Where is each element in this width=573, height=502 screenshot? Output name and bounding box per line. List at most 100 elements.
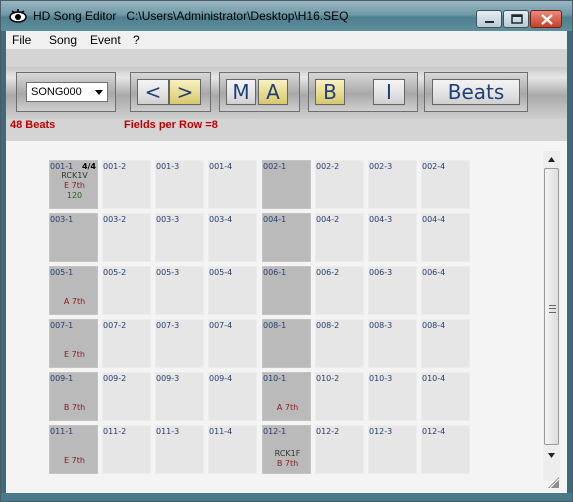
grid-cell[interactable]: 008-1 [262, 319, 311, 368]
chevron-down-icon [95, 90, 103, 95]
cell-label: 005-1 [50, 268, 74, 277]
grid-cell[interactable]: 012-4 [421, 425, 470, 474]
grid-cell[interactable]: 004-4 [421, 213, 470, 262]
grid-cell[interactable]: 012-1 RCK1F B 7th [262, 425, 311, 474]
cell-label: 012-1 [263, 427, 287, 436]
window-bottom-frame [1, 493, 572, 501]
title-bar[interactable]: HD Song Editor C:\Users\Administrator\De… [1, 1, 572, 31]
m-button[interactable]: M [226, 79, 256, 105]
grid-cell[interactable]: 012-3 [368, 425, 417, 474]
song-select-value: SONG000 [31, 86, 82, 98]
prev-button[interactable]: < [137, 79, 169, 105]
grid-cell[interactable]: 006-3 [368, 266, 417, 315]
maximize-button[interactable] [503, 10, 529, 28]
cell-label: 001-3 [156, 162, 180, 171]
beats-count: 48 Beats [10, 119, 56, 131]
grid-cell[interactable]: 011-2 [102, 425, 151, 474]
cell-event-chord: B 7th [276, 459, 299, 468]
vertical-scrollbar[interactable] [543, 151, 560, 481]
grid-cell[interactable]: 001-3 [155, 160, 204, 209]
grid-cell[interactable]: 009-2 [102, 372, 151, 421]
cell-label: 011-3 [156, 427, 180, 436]
grid-cell[interactable]: 002-1 [262, 160, 311, 209]
window-title: HD Song Editor C:\Users\Administrator\De… [33, 9, 349, 23]
scrollbar-thumb[interactable] [544, 168, 559, 445]
eye-icon [9, 9, 27, 23]
grid-cell[interactable]: 007-3 [155, 319, 204, 368]
toolbar-area: SONG000 < > M A B I Beats 48 Beats Field… [6, 49, 567, 141]
song-grid: 001-1 4/4 RCK1V E 7th 120 001-2 001-3 001-4 002-… [6, 141, 539, 493]
grid-cell[interactable]: 011-1 E 7th [49, 425, 98, 474]
grid-cell[interactable]: 009-1 B 7th [49, 372, 98, 421]
grid-cell[interactable]: 011-4 [208, 425, 257, 474]
resize-grip-icon[interactable] [544, 473, 561, 490]
cell-label: 008-3 [369, 321, 393, 330]
a-button[interactable]: A [258, 79, 288, 105]
scroll-up-icon[interactable] [543, 151, 560, 168]
grid-cell[interactable]: 010-4 [421, 372, 470, 421]
grid-cell[interactable]: 003-4 [208, 213, 257, 262]
grid-cell[interactable]: 006-4 [421, 266, 470, 315]
cell-label: 010-1 [263, 374, 287, 383]
menu-help[interactable]: ? [133, 33, 140, 47]
cell-label: 011-2 [103, 427, 127, 436]
grid-cell[interactable]: 010-2 [315, 372, 364, 421]
grid-cell[interactable]: 003-3 [155, 213, 204, 262]
menu-song[interactable]: Song [49, 33, 77, 47]
grid-cell[interactable]: 001-1 4/4 RCK1V E 7th 120 [49, 160, 98, 209]
cell-label: 004-1 [263, 215, 287, 224]
cell-event-chord: E 7th [64, 456, 85, 465]
beats-button[interactable]: Beats [432, 79, 520, 105]
i-button[interactable]: I [373, 79, 405, 105]
grid-cell[interactable]: 007-2 [102, 319, 151, 368]
grid-cell[interactable]: 009-3 [155, 372, 204, 421]
grid-cell[interactable]: 001-2 [102, 160, 151, 209]
song-select[interactable]: SONG000 [26, 82, 108, 102]
cell-label: 007-4 [209, 321, 233, 330]
cell-label: 004-2 [316, 215, 340, 224]
cell-label: 011-4 [209, 427, 233, 436]
grid-cell[interactable]: 008-4 [421, 319, 470, 368]
cell-label: 012-2 [316, 427, 340, 436]
grid-cell[interactable]: 002-4 [421, 160, 470, 209]
grid-cell[interactable]: 008-2 [315, 319, 364, 368]
maximize-icon [511, 14, 523, 24]
grid-cell[interactable]: 003-2 [102, 213, 151, 262]
cell-label: 002-4 [422, 162, 446, 171]
cell-label: 005-4 [209, 268, 233, 277]
cell-label: 003-2 [103, 215, 127, 224]
cell-label: 003-4 [209, 215, 233, 224]
grid-cell[interactable]: 012-2 [315, 425, 364, 474]
minimize-button[interactable] [476, 10, 502, 28]
next-button[interactable]: > [169, 79, 201, 105]
grid-cell[interactable]: 005-2 [102, 266, 151, 315]
grid-cell[interactable]: 008-3 [368, 319, 417, 368]
grid-cell[interactable]: 002-3 [368, 160, 417, 209]
grid-cell[interactable]: 005-3 [155, 266, 204, 315]
grid-cell[interactable]: 004-3 [368, 213, 417, 262]
grid-cell[interactable]: 007-1 E 7th [49, 319, 98, 368]
grid-cell[interactable]: 002-2 [315, 160, 364, 209]
grid-cell[interactable]: 006-1 [262, 266, 311, 315]
grid-cell[interactable]: 011-3 [155, 425, 204, 474]
grid-cell[interactable]: 004-2 [315, 213, 364, 262]
cell-event-rhythm: RCK1F [274, 449, 301, 458]
scroll-down-icon[interactable] [543, 447, 560, 464]
cell-label: 008-1 [263, 321, 287, 330]
grid-cell[interactable]: 007-4 [208, 319, 257, 368]
grid-cell[interactable]: 004-1 [262, 213, 311, 262]
menu-file[interactable]: File [12, 33, 31, 47]
grid-cell[interactable]: 005-4 [208, 266, 257, 315]
grid-cell[interactable]: 005-1 A 7th [49, 266, 98, 315]
close-button[interactable] [530, 10, 562, 28]
cell-label: 001-4 [209, 162, 233, 171]
grid-cell[interactable]: 010-1 A 7th [262, 372, 311, 421]
grid-cell[interactable]: 006-2 [315, 266, 364, 315]
grid-cell[interactable]: 009-4 [208, 372, 257, 421]
grid-cell[interactable]: 010-3 [368, 372, 417, 421]
grid-cell[interactable]: 001-4 [208, 160, 257, 209]
menu-event[interactable]: Event [90, 33, 121, 47]
cell-label: 012-3 [369, 427, 393, 436]
b-button[interactable]: B [315, 79, 345, 105]
grid-cell[interactable]: 003-1 [49, 213, 98, 262]
